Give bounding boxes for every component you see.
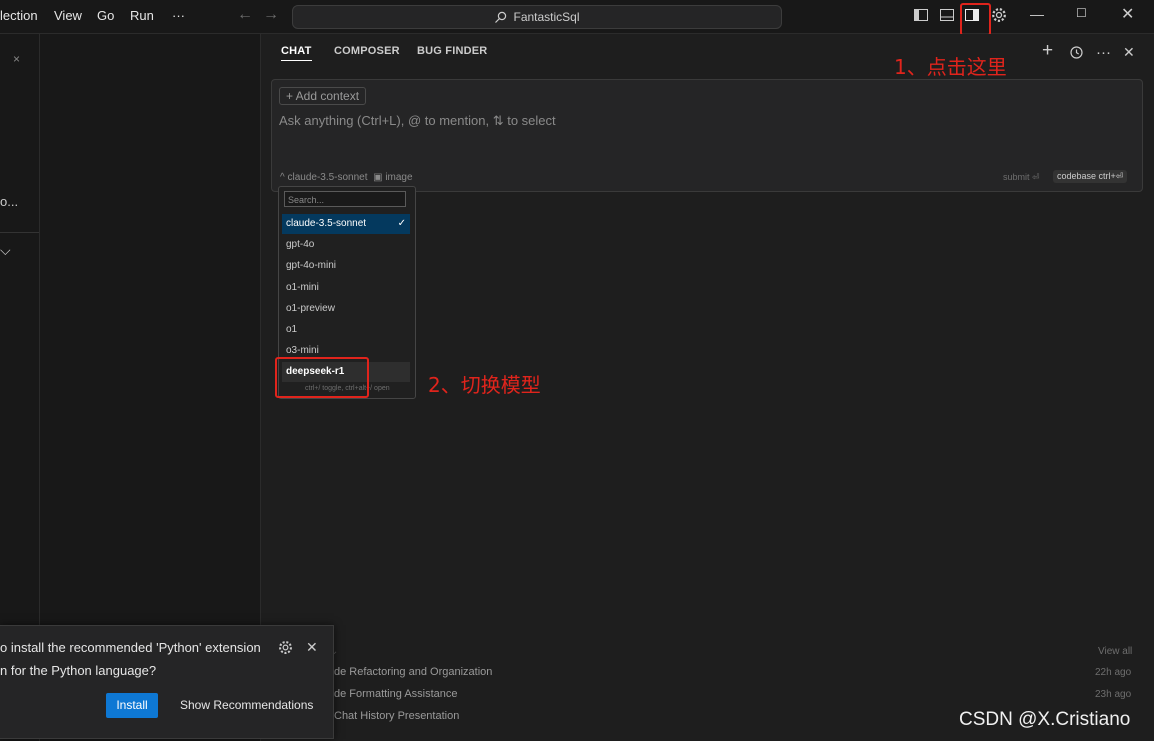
chat-composer[interactable]: + Add context Ask anything (Ctrl+L), @ t… [271, 79, 1143, 192]
menu-more[interactable]: ··· [172, 8, 185, 23]
history-time-2: 23h ago [1095, 689, 1132, 700]
model-option-o1-preview[interactable]: o1-preview [282, 299, 410, 319]
toast-message-line1: o install the recommended 'Python' exten… [0, 640, 261, 655]
menu-run[interactable]: Run [130, 8, 154, 23]
gear-icon[interactable] [991, 7, 1007, 23]
model-option-gpt-4o-mini[interactable]: gpt-4o-mini [282, 256, 410, 276]
close-icon[interactable]: × [13, 52, 20, 66]
chevron-down-icon[interactable]: ⌵ [0, 242, 11, 259]
menu-go[interactable]: Go [97, 8, 114, 23]
toggle-panel-icon[interactable] [939, 7, 955, 23]
model-option-o1-mini[interactable]: o1-mini [282, 278, 410, 298]
minimize-icon[interactable]: — [1030, 6, 1044, 22]
close-panel-icon[interactable]: ✕ [1123, 44, 1135, 61]
show-recommendations-button[interactable]: Show Recommendations [180, 698, 313, 712]
menu-view[interactable]: View [54, 8, 82, 23]
tab-bug-finder[interactable]: BUG FINDER [417, 45, 487, 57]
model-option-claude[interactable]: claude-3.5-sonnet ✓ [282, 214, 410, 234]
model-option-o1[interactable]: o1 [282, 320, 410, 340]
view-all-link[interactable]: View all [1098, 646, 1132, 657]
annotation-step1: 1、点击这里 [894, 55, 1007, 79]
model-selector[interactable]: ^ claude-3.5-sonnet ▣ image [280, 172, 413, 183]
model-option-gpt-4o[interactable]: gpt-4o [282, 235, 410, 255]
back-arrow-icon[interactable]: ← [237, 6, 253, 24]
history-time-1: 22h ago [1095, 667, 1132, 678]
history-icon[interactable] [1069, 45, 1084, 60]
model-search-input[interactable]: Search... [284, 191, 406, 207]
new-chat-plus-icon[interactable]: + [1042, 40, 1053, 62]
divider [0, 232, 39, 233]
tab-chat[interactable]: CHAT [281, 45, 312, 61]
history-item-3[interactable]: Chat History Presentation [334, 710, 459, 722]
highlight-box-sidebar-toggle [960, 3, 991, 36]
close-window-icon[interactable]: ✕ [1121, 4, 1134, 24]
submit-button[interactable]: submit ⏎ [1003, 172, 1040, 183]
gear-icon[interactable] [278, 640, 293, 655]
more-options-icon[interactable]: ··· [1096, 44, 1111, 61]
watermark: CSDN @X.Cristiano [959, 709, 1131, 730]
menu-selection[interactable]: lection [0, 8, 38, 23]
history-item-1[interactable]: de Refactoring and Organization [334, 666, 492, 678]
search-icon [495, 11, 507, 23]
toast-message-line2: n for the Python language? [0, 663, 157, 678]
truncated-item: o... [0, 194, 19, 209]
add-context-button[interactable]: + Add context [279, 87, 367, 105]
forward-arrow-icon[interactable]: → [263, 6, 279, 24]
toggle-primary-sidebar-icon[interactable] [913, 7, 929, 23]
codebase-button[interactable]: codebase ctrl+⏎ [1053, 170, 1128, 183]
maximize-icon[interactable]: ☐ [1076, 6, 1087, 20]
install-button[interactable]: Install [106, 693, 158, 718]
search-label: FantasticSql [513, 10, 580, 24]
history-item-2[interactable]: de Formatting Assistance [334, 688, 458, 700]
command-center-search[interactable]: FantasticSql [292, 5, 782, 29]
title-bar: lection View Go Run ··· ← → FantasticSql… [0, 0, 1154, 36]
check-icon: ✓ [397, 218, 406, 229]
model-name[interactable]: ^ claude-3.5-sonnet [280, 172, 368, 183]
model-option-label: claude-3.5-sonnet [286, 218, 367, 229]
chat-input[interactable]: Ask anything (Ctrl+L), @ to mention, ⇅ t… [279, 113, 556, 129]
extension-recommendation-toast: o install the recommended 'Python' exten… [0, 625, 334, 739]
highlight-box-deepseek [275, 357, 369, 398]
close-icon[interactable]: ✕ [306, 639, 318, 656]
annotation-step2: 2、切换模型 [428, 373, 541, 397]
image-attach-button[interactable]: ▣ image [373, 172, 412, 183]
tab-composer[interactable]: COMPOSER [334, 45, 400, 57]
